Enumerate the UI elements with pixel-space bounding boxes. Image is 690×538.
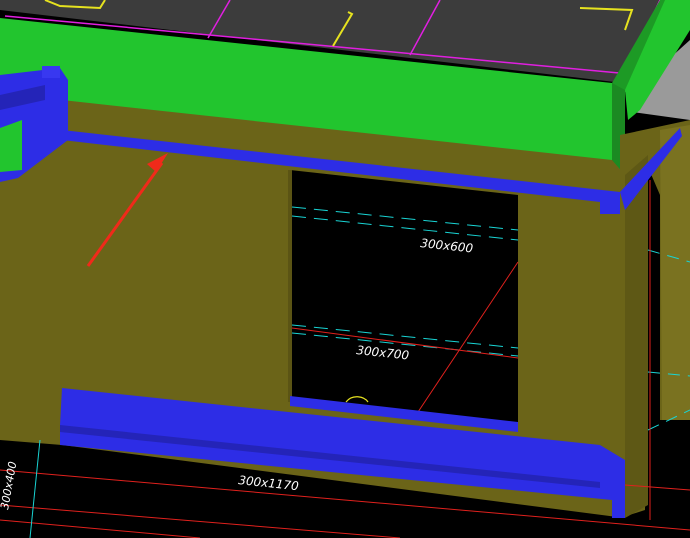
right-column-shade xyxy=(625,155,648,518)
scene-canvas[interactable]: 300x600 300x700 300x400 300x1170 xyxy=(0,0,690,538)
beam-label-bottom: 300x1170 xyxy=(238,473,300,493)
wall-opening[interactable] xyxy=(290,170,518,430)
opening-jamb xyxy=(288,170,292,402)
model-viewport[interactable]: 300x600 300x700 300x400 300x1170 xyxy=(0,0,690,538)
right-column-front xyxy=(660,125,690,420)
side-label: 300x400 xyxy=(0,460,19,510)
